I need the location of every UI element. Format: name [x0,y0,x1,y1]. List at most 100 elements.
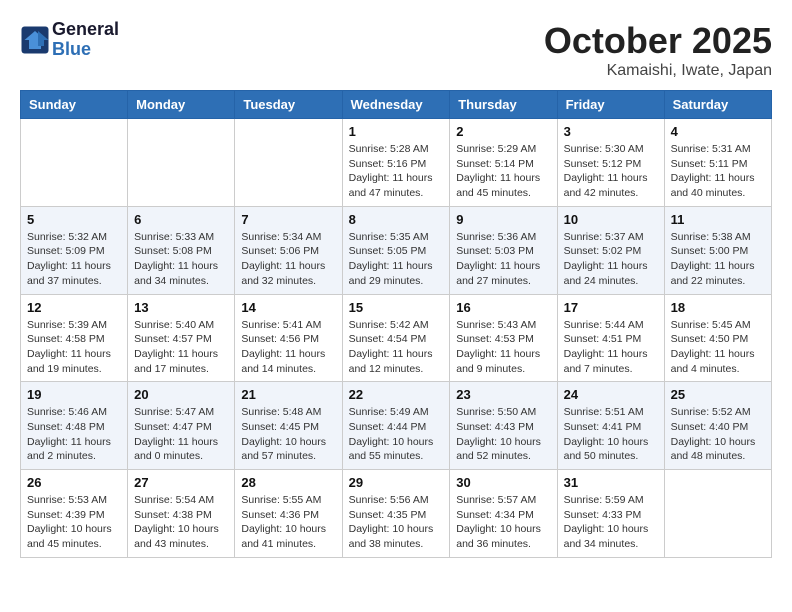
calendar-day-cell: 8 Sunrise: 5:35 AM Sunset: 5:05 PM Daylig… [342,206,450,294]
day-info: Sunrise: 5:48 AM Sunset: 4:45 PM Dayligh… [241,405,335,464]
day-info: Sunrise: 5:53 AM Sunset: 4:39 PM Dayligh… [27,493,121,552]
day-number: 25 [671,387,765,402]
day-number: 15 [349,300,444,315]
title-section: October 2025 Kamaishi, Iwate, Japan [544,20,772,80]
day-number: 12 [27,300,121,315]
day-number: 19 [27,387,121,402]
calendar-day-cell: 3 Sunrise: 5:30 AM Sunset: 5:12 PM Daylig… [557,119,664,207]
calendar-week-row: 19 Sunrise: 5:46 AM Sunset: 4:48 PM Dayli… [21,382,772,470]
day-number: 14 [241,300,335,315]
logo-line1: General [52,20,119,40]
day-info: Sunrise: 5:41 AM Sunset: 4:56 PM Dayligh… [241,318,335,377]
calendar-day-cell [235,119,342,207]
day-info: Sunrise: 5:54 AM Sunset: 4:38 PM Dayligh… [134,493,228,552]
calendar-day-cell: 26 Sunrise: 5:53 AM Sunset: 4:39 PM Dayli… [21,470,128,558]
calendar-day-cell [21,119,128,207]
day-number: 7 [241,212,335,227]
day-info: Sunrise: 5:42 AM Sunset: 4:54 PM Dayligh… [349,318,444,377]
day-info: Sunrise: 5:51 AM Sunset: 4:41 PM Dayligh… [564,405,658,464]
day-number: 23 [456,387,550,402]
calendar-day-header: Sunday [21,91,128,119]
day-info: Sunrise: 5:52 AM Sunset: 4:40 PM Dayligh… [671,405,765,464]
day-info: Sunrise: 5:28 AM Sunset: 5:16 PM Dayligh… [349,142,444,201]
day-number: 22 [349,387,444,402]
day-number: 3 [564,124,658,139]
day-number: 28 [241,475,335,490]
day-info: Sunrise: 5:59 AM Sunset: 4:33 PM Dayligh… [564,493,658,552]
calendar-day-cell: 25 Sunrise: 5:52 AM Sunset: 4:40 PM Dayli… [664,382,771,470]
day-info: Sunrise: 5:55 AM Sunset: 4:36 PM Dayligh… [241,493,335,552]
day-info: Sunrise: 5:29 AM Sunset: 5:14 PM Dayligh… [456,142,550,201]
day-number: 11 [671,212,765,227]
day-info: Sunrise: 5:39 AM Sunset: 4:58 PM Dayligh… [27,318,121,377]
day-number: 18 [671,300,765,315]
calendar-day-header: Tuesday [235,91,342,119]
day-info: Sunrise: 5:33 AM Sunset: 5:08 PM Dayligh… [134,230,228,289]
calendar-table: SundayMondayTuesdayWednesdayThursdayFrid… [20,90,772,558]
day-number: 26 [27,475,121,490]
logo-icon [20,25,50,55]
day-number: 16 [456,300,550,315]
calendar-day-cell [664,470,771,558]
calendar-day-header: Wednesday [342,91,450,119]
day-info: Sunrise: 5:57 AM Sunset: 4:34 PM Dayligh… [456,493,550,552]
day-number: 2 [456,124,550,139]
calendar-day-cell: 20 Sunrise: 5:47 AM Sunset: 4:47 PM Dayli… [128,382,235,470]
calendar-day-cell: 19 Sunrise: 5:46 AM Sunset: 4:48 PM Dayli… [21,382,128,470]
day-number: 31 [564,475,658,490]
location-title: Kamaishi, Iwate, Japan [544,62,772,80]
day-info: Sunrise: 5:45 AM Sunset: 4:50 PM Dayligh… [671,318,765,377]
calendar-day-cell: 22 Sunrise: 5:49 AM Sunset: 4:44 PM Dayli… [342,382,450,470]
day-number: 29 [349,475,444,490]
calendar-day-cell: 23 Sunrise: 5:50 AM Sunset: 4:43 PM Dayli… [450,382,557,470]
calendar-day-cell: 29Sunrise: 5:56 AM Sunset: 4:35 PM Dayli… [342,470,450,558]
day-info: Sunrise: 5:32 AM Sunset: 5:09 PM Dayligh… [27,230,121,289]
calendar-day-cell: 14 Sunrise: 5:41 AM Sunset: 4:56 PM Dayli… [235,294,342,382]
day-info: Sunrise: 5:44 AM Sunset: 4:51 PM Dayligh… [564,318,658,377]
calendar-day-cell: 16 Sunrise: 5:43 AM Sunset: 4:53 PM Dayli… [450,294,557,382]
calendar-day-cell: 21Sunrise: 5:48 AM Sunset: 4:45 PM Dayli… [235,382,342,470]
logo-line2: Blue [52,40,119,60]
day-number: 20 [134,387,228,402]
calendar-week-row: 5 Sunrise: 5:32 AM Sunset: 5:09 PM Daylig… [21,206,772,294]
day-number: 6 [134,212,228,227]
day-info: Sunrise: 5:38 AM Sunset: 5:00 PM Dayligh… [671,230,765,289]
calendar-day-cell: 30 Sunrise: 5:57 AM Sunset: 4:34 PM Dayli… [450,470,557,558]
day-info: Sunrise: 5:30 AM Sunset: 5:12 PM Dayligh… [564,142,658,201]
calendar-day-cell: 17 Sunrise: 5:44 AM Sunset: 4:51 PM Dayli… [557,294,664,382]
calendar-week-row: 1 Sunrise: 5:28 AM Sunset: 5:16 PM Daylig… [21,119,772,207]
calendar-day-header: Friday [557,91,664,119]
day-info: Sunrise: 5:36 AM Sunset: 5:03 PM Dayligh… [456,230,550,289]
day-info: Sunrise: 5:40 AM Sunset: 4:57 PM Dayligh… [134,318,228,377]
month-title: October 2025 [544,20,772,62]
day-info: Sunrise: 5:49 AM Sunset: 4:44 PM Dayligh… [349,405,444,464]
day-info: Sunrise: 5:46 AM Sunset: 4:48 PM Dayligh… [27,405,121,464]
calendar-day-cell: 1 Sunrise: 5:28 AM Sunset: 5:16 PM Daylig… [342,119,450,207]
day-number: 30 [456,475,550,490]
day-info: Sunrise: 5:35 AM Sunset: 5:05 PM Dayligh… [349,230,444,289]
day-info: Sunrise: 5:47 AM Sunset: 4:47 PM Dayligh… [134,405,228,464]
calendar-day-cell: 11 Sunrise: 5:38 AM Sunset: 5:00 PM Dayli… [664,206,771,294]
day-number: 1 [349,124,444,139]
calendar-day-cell: 18 Sunrise: 5:45 AM Sunset: 4:50 PM Dayli… [664,294,771,382]
day-info: Sunrise: 5:37 AM Sunset: 5:02 PM Dayligh… [564,230,658,289]
calendar-day-cell: 31 Sunrise: 5:59 AM Sunset: 4:33 PM Dayli… [557,470,664,558]
logo: General Blue [20,20,119,60]
day-info: Sunrise: 5:31 AM Sunset: 5:11 PM Dayligh… [671,142,765,201]
day-number: 10 [564,212,658,227]
day-number: 8 [349,212,444,227]
day-info: Sunrise: 5:50 AM Sunset: 4:43 PM Dayligh… [456,405,550,464]
day-info: Sunrise: 5:43 AM Sunset: 4:53 PM Dayligh… [456,318,550,377]
calendar-day-cell: 13Sunrise: 5:40 AM Sunset: 4:57 PM Dayli… [128,294,235,382]
calendar-day-header: Saturday [664,91,771,119]
calendar-day-cell: 28 Sunrise: 5:55 AM Sunset: 4:36 PM Dayli… [235,470,342,558]
day-number: 17 [564,300,658,315]
calendar-day-cell: 5 Sunrise: 5:32 AM Sunset: 5:09 PM Daylig… [21,206,128,294]
day-number: 5 [27,212,121,227]
calendar-day-cell [128,119,235,207]
calendar-day-cell: 24Sunrise: 5:51 AM Sunset: 4:41 PM Dayli… [557,382,664,470]
calendar-day-cell: 4 Sunrise: 5:31 AM Sunset: 5:11 PM Daylig… [664,119,771,207]
calendar-day-cell: 27Sunrise: 5:54 AM Sunset: 4:38 PM Dayli… [128,470,235,558]
day-number: 9 [456,212,550,227]
day-number: 4 [671,124,765,139]
